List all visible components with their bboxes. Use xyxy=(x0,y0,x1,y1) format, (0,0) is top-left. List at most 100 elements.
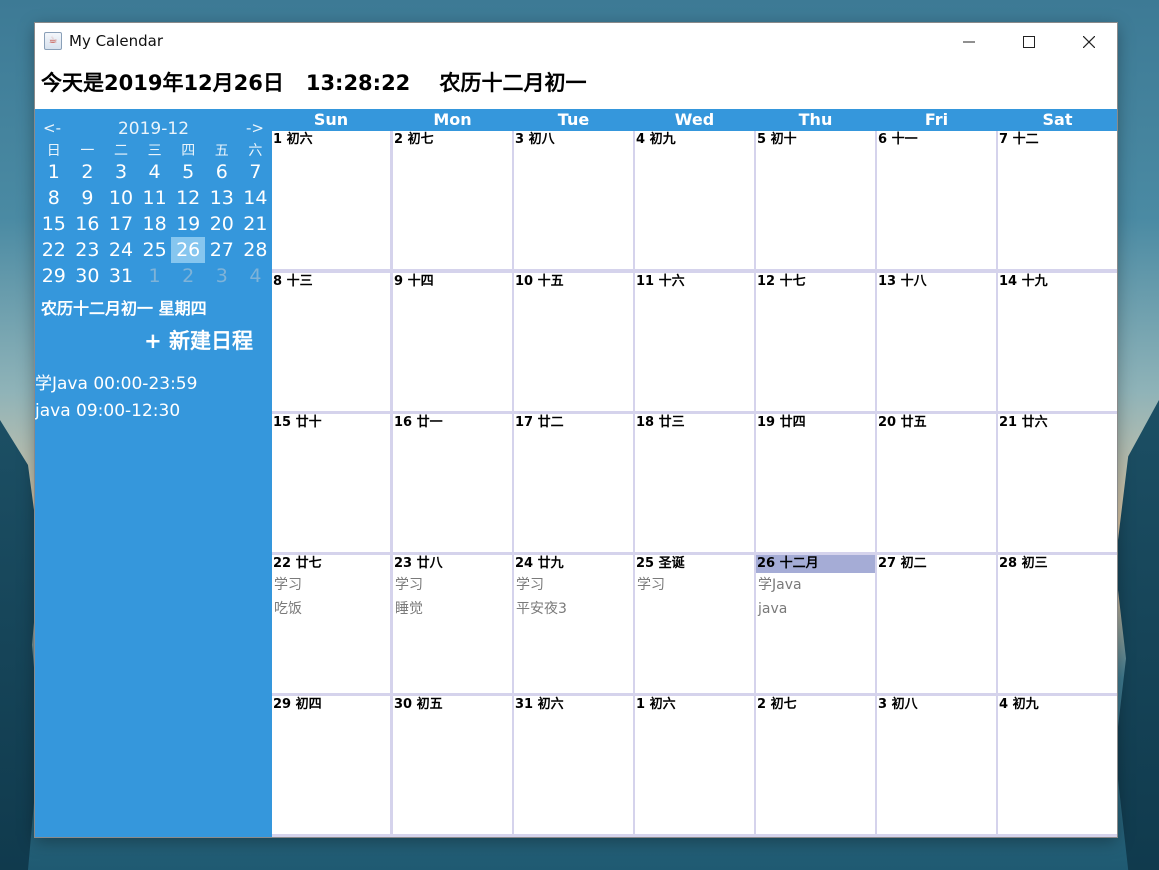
month-view: Sun Mon Tue Wed Thu Fri Sat 1 初六 2 初七 3 初八 4 初九 5 … xyxy=(272,109,1117,837)
mini-calendar-day[interactable]: 31 xyxy=(104,263,138,289)
day-cell[interactable]: 3 初八 xyxy=(877,696,996,834)
day-cell[interactable]: 9 十四 xyxy=(393,273,512,411)
day-cell[interactable]: 24 廿九 学习 平安夜3 xyxy=(514,555,633,693)
mini-calendar-day[interactable]: 10 xyxy=(104,185,138,211)
mini-calendar-day[interactable]: 11 xyxy=(138,185,172,211)
mini-calendar-day[interactable]: 30 xyxy=(71,263,105,289)
day-cell[interactable]: 3 初八 xyxy=(514,131,633,269)
day-cell[interactable]: 10 十五 xyxy=(514,273,633,411)
weekday-header: Sun Mon Tue Wed Thu Fri Sat xyxy=(272,109,1117,131)
day-date-label: 22 廿七 xyxy=(273,556,322,571)
mini-calendar-day[interactable]: 1 xyxy=(138,263,172,289)
day-event[interactable]: 学习 xyxy=(272,573,390,597)
day-cell[interactable]: 1 初六 xyxy=(272,131,390,269)
mini-calendar-day[interactable]: 26 xyxy=(171,237,205,263)
day-cell[interactable]: 28 初三 xyxy=(998,555,1117,693)
day-cell[interactable]: 31 初六 xyxy=(514,696,633,834)
day-cell[interactable]: 30 初五 xyxy=(393,696,512,834)
day-event[interactable]: 学习 xyxy=(393,573,512,597)
maximize-button[interactable] xyxy=(999,23,1059,59)
day-date-label: 19 廿四 xyxy=(757,415,806,430)
day-cell[interactable]: 27 初二 xyxy=(877,555,996,693)
new-schedule-button[interactable]: + 新建日程 xyxy=(144,325,253,355)
day-cell[interactable]: 8 十三 xyxy=(272,273,390,411)
mini-calendar-day[interactable]: 17 xyxy=(104,211,138,237)
day-cell[interactable]: 23 廿八 学习 睡觉 xyxy=(393,555,512,693)
mini-calendar-day[interactable]: 27 xyxy=(205,237,239,263)
day-cell[interactable]: 11 十六 xyxy=(635,273,754,411)
day-event[interactable]: java xyxy=(756,597,875,621)
day-event[interactable]: 睡觉 xyxy=(393,597,512,621)
mini-calendar-day[interactable]: 29 xyxy=(37,263,71,289)
mini-calendar-day[interactable]: 20 xyxy=(205,211,239,237)
day-cell[interactable]: 12 十七 xyxy=(756,273,875,411)
next-month-button[interactable]: -> xyxy=(246,119,264,137)
day-event-item[interactable]: 学Java 00:00-23:59 xyxy=(35,371,197,398)
day-date-label: 25 圣诞 xyxy=(636,556,685,571)
mini-calendar-day[interactable]: 8 xyxy=(37,185,71,211)
mini-calendar-day[interactable]: 18 xyxy=(138,211,172,237)
day-cell[interactable]: 25 圣诞学习 xyxy=(635,555,754,693)
day-date-label: 28 初三 xyxy=(999,556,1048,571)
day-cell[interactable]: 17 廿二 xyxy=(514,414,633,552)
day-cell[interactable]: 18 廿三 xyxy=(635,414,754,552)
day-event[interactable]: 平安夜3 xyxy=(514,597,633,621)
day-date-label: 4 初九 xyxy=(636,132,676,147)
mini-calendar-day[interactable]: 5 xyxy=(171,159,205,185)
mini-calendar-day[interactable]: 12 xyxy=(171,185,205,211)
day-cell[interactable]: 5 初十 xyxy=(756,131,875,269)
mini-calendar-day[interactable]: 1 xyxy=(37,159,71,185)
day-cell[interactable]: 16 廿一 xyxy=(393,414,512,552)
mini-calendar-day[interactable]: 2 xyxy=(71,159,105,185)
day-cell[interactable]: 20 廿五 xyxy=(877,414,996,552)
mini-calendar-day[interactable]: 9 xyxy=(71,185,105,211)
mini-calendar-day[interactable]: 2 xyxy=(171,263,205,289)
day-cell[interactable]: 1 初六 xyxy=(635,696,754,834)
day-cell[interactable]: 13 十八 xyxy=(877,273,996,411)
mini-calendar-day[interactable]: 6 xyxy=(205,159,239,185)
mini-calendar-day[interactable]: 19 xyxy=(171,211,205,237)
day-cell[interactable]: 21 廿六 xyxy=(998,414,1117,552)
mini-calendar-day[interactable]: 22 xyxy=(37,237,71,263)
day-cell[interactable]: 4 初九 xyxy=(998,696,1117,834)
mini-calendar-day[interactable]: 3 xyxy=(104,159,138,185)
day-cell[interactable]: 15 廿十 xyxy=(272,414,390,552)
mini-calendar-day[interactable]: 28 xyxy=(239,237,273,263)
day-cell[interactable]: 4 初九 xyxy=(635,131,754,269)
mini-weekday-label: 一 xyxy=(80,143,95,159)
day-cell[interactable]: 7 十二 xyxy=(998,131,1117,269)
mini-calendar-day[interactable]: 15 xyxy=(37,211,71,237)
mini-calendar-day[interactable]: 3 xyxy=(205,263,239,289)
mini-calendar-day[interactable]: 21 xyxy=(239,211,273,237)
mini-calendar-day[interactable]: 25 xyxy=(138,237,172,263)
title-bar[interactable]: ☕ My Calendar xyxy=(35,23,1117,59)
mini-calendar-day[interactable]: 4 xyxy=(138,159,172,185)
mini-calendar-day[interactable]: 13 xyxy=(205,185,239,211)
day-cell[interactable]: 26 十二月 学Java java xyxy=(756,555,875,693)
day-date-label: 30 初五 xyxy=(394,697,443,712)
mini-calendar-day[interactable]: 16 xyxy=(71,211,105,237)
day-cell[interactable]: 6 十一 xyxy=(877,131,996,269)
day-cell[interactable]: 14 十九 xyxy=(998,273,1117,411)
mini-weekday-label: 六 xyxy=(248,143,263,159)
day-cell[interactable]: 29 初四 xyxy=(272,696,390,834)
day-cell[interactable]: 22 廿七学习 吃饭 xyxy=(272,555,390,693)
day-event[interactable]: 学习 xyxy=(635,573,754,597)
mini-calendar-day[interactable]: 24 xyxy=(104,237,138,263)
mini-calendar-day[interactable]: 23 xyxy=(71,237,105,263)
mini-calendar-day[interactable]: 4 xyxy=(239,263,273,289)
today-date-label: 26 十二月 xyxy=(756,555,875,573)
minimize-button[interactable] xyxy=(939,23,999,59)
close-button[interactable] xyxy=(1059,23,1117,59)
day-cell[interactable]: 2 初七 xyxy=(756,696,875,834)
mini-calendar-day[interactable]: 14 xyxy=(239,185,273,211)
day-event[interactable]: 学习 xyxy=(514,573,633,597)
day-event-item[interactable]: java 09:00-12:30 xyxy=(35,398,197,425)
day-cell[interactable]: 19 廿四 xyxy=(756,414,875,552)
mini-calendar-day[interactable]: 7 xyxy=(239,159,273,185)
day-cell[interactable]: 2 初七 xyxy=(393,131,512,269)
weekday-label: Sun xyxy=(313,110,349,129)
day-event[interactable]: 吃饭 xyxy=(272,597,390,621)
day-event[interactable]: 学Java xyxy=(756,573,875,597)
prev-month-button[interactable]: <- xyxy=(43,119,61,137)
